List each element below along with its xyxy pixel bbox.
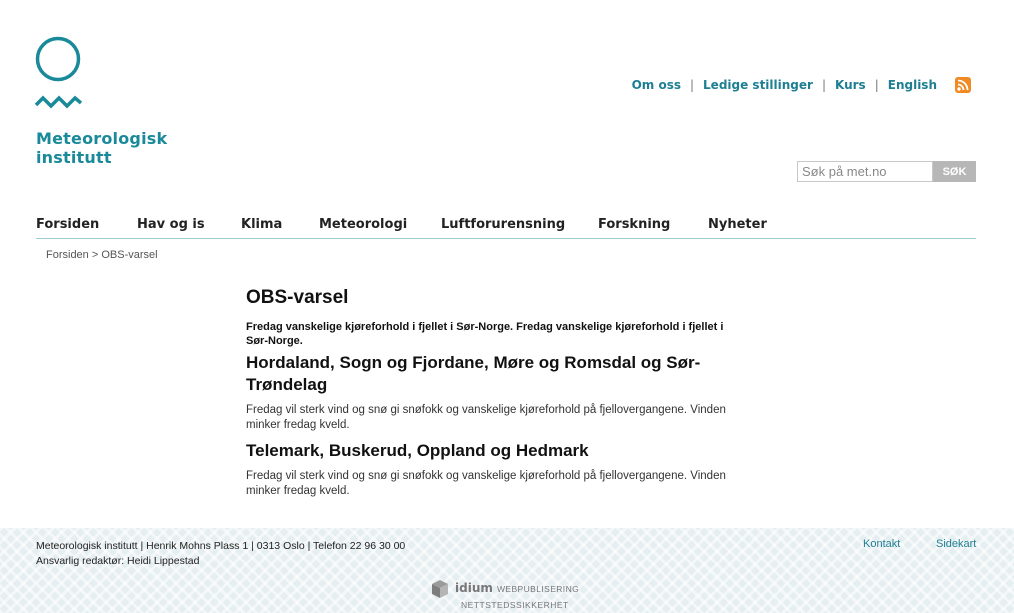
idium-line-2: NETTSTEDSSIKKERHET xyxy=(461,600,569,610)
rss-icon[interactable] xyxy=(955,77,971,93)
link-om-oss[interactable]: Om oss xyxy=(632,78,681,92)
top-links: Om oss | Ledige stillinger | Kurs | Engl… xyxy=(632,78,937,92)
footer-info: Meteorologisk institutt | Henrik Mohns P… xyxy=(36,539,405,569)
footer-link-kontakt[interactable]: Kontakt xyxy=(863,538,936,550)
section-text: Fredag vil sterk vind og snø gi snøfokk … xyxy=(246,470,726,497)
link-english[interactable]: English xyxy=(888,78,937,92)
search-button[interactable]: SØK xyxy=(933,161,976,182)
link-kurs[interactable]: Kurs xyxy=(835,78,866,92)
nav-item-nyheter[interactable]: Nyheter xyxy=(708,217,788,238)
lead-text: Fredag vanskelige kjøreforhold i fjellet… xyxy=(246,321,724,347)
footer-address: Meteorologisk institutt | Henrik Mohns P… xyxy=(36,540,406,552)
logo-wordmark: Meteorologisk institutt xyxy=(36,129,167,167)
nav-item-klima[interactable]: Klima xyxy=(241,217,319,238)
footer-link-sidekart[interactable]: Sidekart xyxy=(936,538,976,550)
nav-item-forsiden[interactable]: Forsiden xyxy=(36,217,137,238)
page-title: OBS-varsel xyxy=(246,287,349,308)
search-form: SØK xyxy=(797,161,976,182)
section-text: Fredag vil sterk vind og snø gi snøfokk … xyxy=(246,404,726,431)
nav-item-forskning[interactable]: Forskning xyxy=(598,217,708,238)
separator: | xyxy=(689,78,695,92)
idium-line-1: WEBPUBLISERING xyxy=(497,584,580,594)
separator: | xyxy=(821,78,826,92)
idium-brand: idium xyxy=(455,581,493,595)
footer: Meteorologisk institutt | Henrik Mohns P… xyxy=(0,528,1014,613)
logo-line-2: institutt xyxy=(36,148,112,167)
nav-item-luftforurensning[interactable]: Luftforurensning xyxy=(441,217,598,238)
idium-credit[interactable]: idium WEBPUBLISERING NETTSTEDSSIKKERHET xyxy=(431,579,591,613)
main-nav: Forsiden Hav og is Klima Meteorologi Luf… xyxy=(36,217,976,239)
section-heading: Hordaland, Sogn og Fjordane, Møre og Rom… xyxy=(246,353,701,394)
footer-links: Kontakt Sidekart xyxy=(863,538,976,550)
nav-item-meteorologi[interactable]: Meteorologi xyxy=(319,217,441,238)
nav-item-hav-og-is[interactable]: Hav og is xyxy=(137,217,241,238)
cube-icon xyxy=(432,580,448,598)
site-logo[interactable]: Meteorologisk institutt xyxy=(35,36,175,176)
link-ledige-stillinger[interactable]: Ledige stillinger xyxy=(703,78,813,92)
footer-editor: Ansvarlig redaktør: Heidi Lippestad xyxy=(36,555,200,567)
breadcrumb[interactable]: Forsiden > OBS-varsel xyxy=(46,249,158,261)
main-content: OBS-varsel Fredag vanskelige kjøreforhol… xyxy=(246,286,736,506)
search-input[interactable] xyxy=(797,161,933,182)
logo-line-1: Meteorologisk xyxy=(36,129,168,148)
separator: | xyxy=(874,78,879,92)
section-heading: Telemark, Buskerud, Oppland og Hedmark xyxy=(246,441,589,460)
logo-icon xyxy=(35,36,83,109)
